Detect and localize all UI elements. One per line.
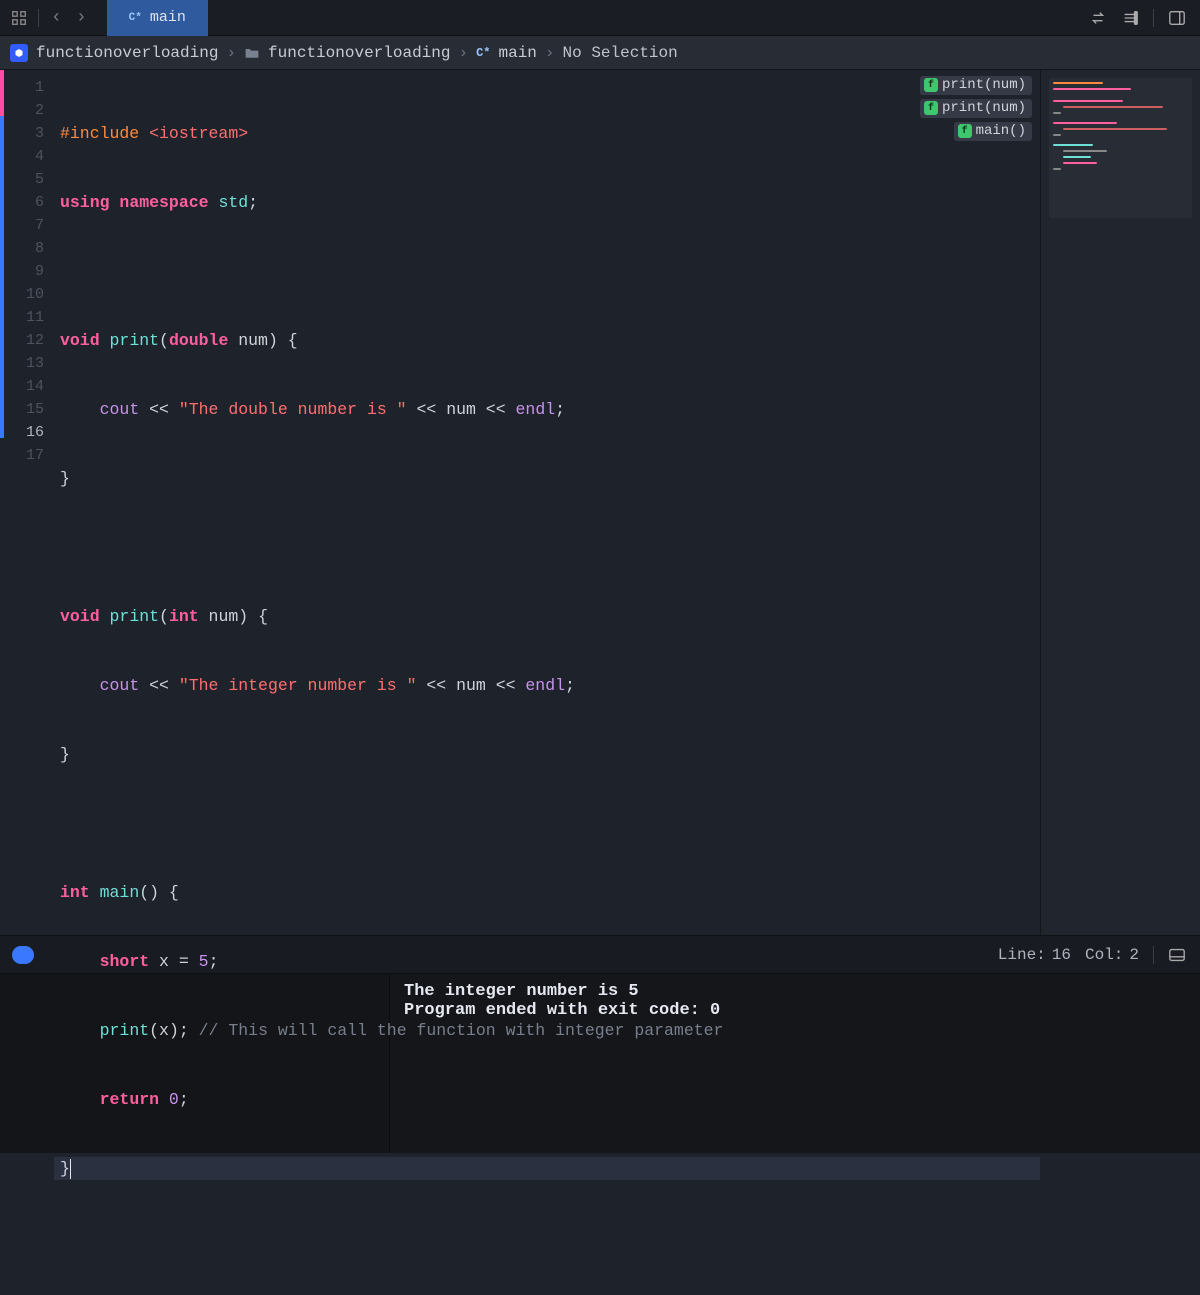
breadcrumb: functionoverloading › functionoverloadin…: [0, 36, 1200, 70]
jump-item[interactable]: f print(num): [920, 99, 1032, 118]
adjust-icon[interactable]: [1121, 9, 1139, 27]
tab-lang-badge: C*: [129, 12, 142, 24]
line-number: 9: [0, 260, 54, 283]
line-number: 6: [0, 191, 54, 214]
separator: [1153, 946, 1154, 964]
line-number: 2: [0, 99, 54, 122]
line-number: 7: [0, 214, 54, 237]
line-number: 15: [0, 398, 54, 421]
status-line-value: 16: [1052, 946, 1071, 964]
separator: [38, 9, 39, 27]
folder-icon: [244, 45, 260, 61]
line-number: 1: [0, 76, 54, 99]
editor-tab[interactable]: C* main: [107, 0, 208, 36]
editor-pane: 1 2 3 4 5 6 7 8 9 10 11 12 13 14 15 16 1…: [0, 70, 1040, 935]
function-badge-icon: f: [924, 78, 938, 92]
back-button[interactable]: ‹: [49, 8, 64, 28]
jump-item-label: print(num): [942, 77, 1026, 93]
code-editor[interactable]: #include <iostream> using namespace std;…: [54, 70, 1040, 935]
minimap[interactable]: [1040, 70, 1200, 935]
chevron-right-icon: ›: [458, 44, 468, 62]
function-badge-icon: f: [958, 124, 972, 138]
crumb-selection[interactable]: No Selection: [563, 44, 678, 62]
file-lang-badge: C*: [476, 46, 490, 60]
line-number: 14: [0, 375, 54, 398]
status-col-label: Col:: [1085, 946, 1123, 964]
crumb-group[interactable]: functionoverloading: [268, 44, 450, 62]
project-icon: [10, 44, 28, 62]
symbol-jumpbar: f print(num) f print(num) f main(): [920, 70, 1040, 141]
line-number: 10: [0, 283, 54, 306]
tab-title: main: [150, 9, 186, 26]
jump-item-label: print(num): [942, 100, 1026, 116]
swap-icon[interactable]: [1089, 9, 1107, 27]
line-number: 17: [0, 444, 54, 467]
debug-indicator-icon[interactable]: [12, 946, 34, 964]
main-area: 1 2 3 4 5 6 7 8 9 10 11 12 13 14 15 16 1…: [0, 70, 1200, 935]
line-gutter: 1 2 3 4 5 6 7 8 9 10 11 12 13 14 15 16 1…: [0, 70, 54, 935]
chevron-right-icon: ›: [545, 44, 555, 62]
line-number: 16: [0, 421, 54, 444]
crumb-file[interactable]: main: [499, 44, 537, 62]
toolbar: ‹ › C* main: [0, 0, 1200, 36]
jump-item[interactable]: f print(num): [920, 76, 1032, 95]
line-number: 11: [0, 306, 54, 329]
jump-item[interactable]: f main(): [954, 122, 1032, 141]
status-col-value: 2: [1129, 946, 1139, 964]
jump-item-label: main(): [976, 123, 1026, 139]
line-number: 13: [0, 352, 54, 375]
grid-icon[interactable]: [10, 9, 28, 27]
line-number: 12: [0, 329, 54, 352]
line-number: 8: [0, 237, 54, 260]
panel-toggle-icon[interactable]: [1168, 9, 1186, 27]
line-number: 5: [0, 168, 54, 191]
line-number: 3: [0, 122, 54, 145]
line-number: 4: [0, 145, 54, 168]
chevron-right-icon: ›: [226, 44, 236, 62]
change-strip: [0, 70, 4, 935]
text-caret: [70, 1159, 71, 1179]
minimap-viewport: [1049, 78, 1192, 218]
forward-button[interactable]: ›: [74, 8, 89, 28]
crumb-project[interactable]: functionoverloading: [36, 44, 218, 62]
separator: [1153, 9, 1154, 27]
console-toggle-icon[interactable]: [1168, 946, 1186, 964]
function-badge-icon: f: [924, 101, 938, 115]
